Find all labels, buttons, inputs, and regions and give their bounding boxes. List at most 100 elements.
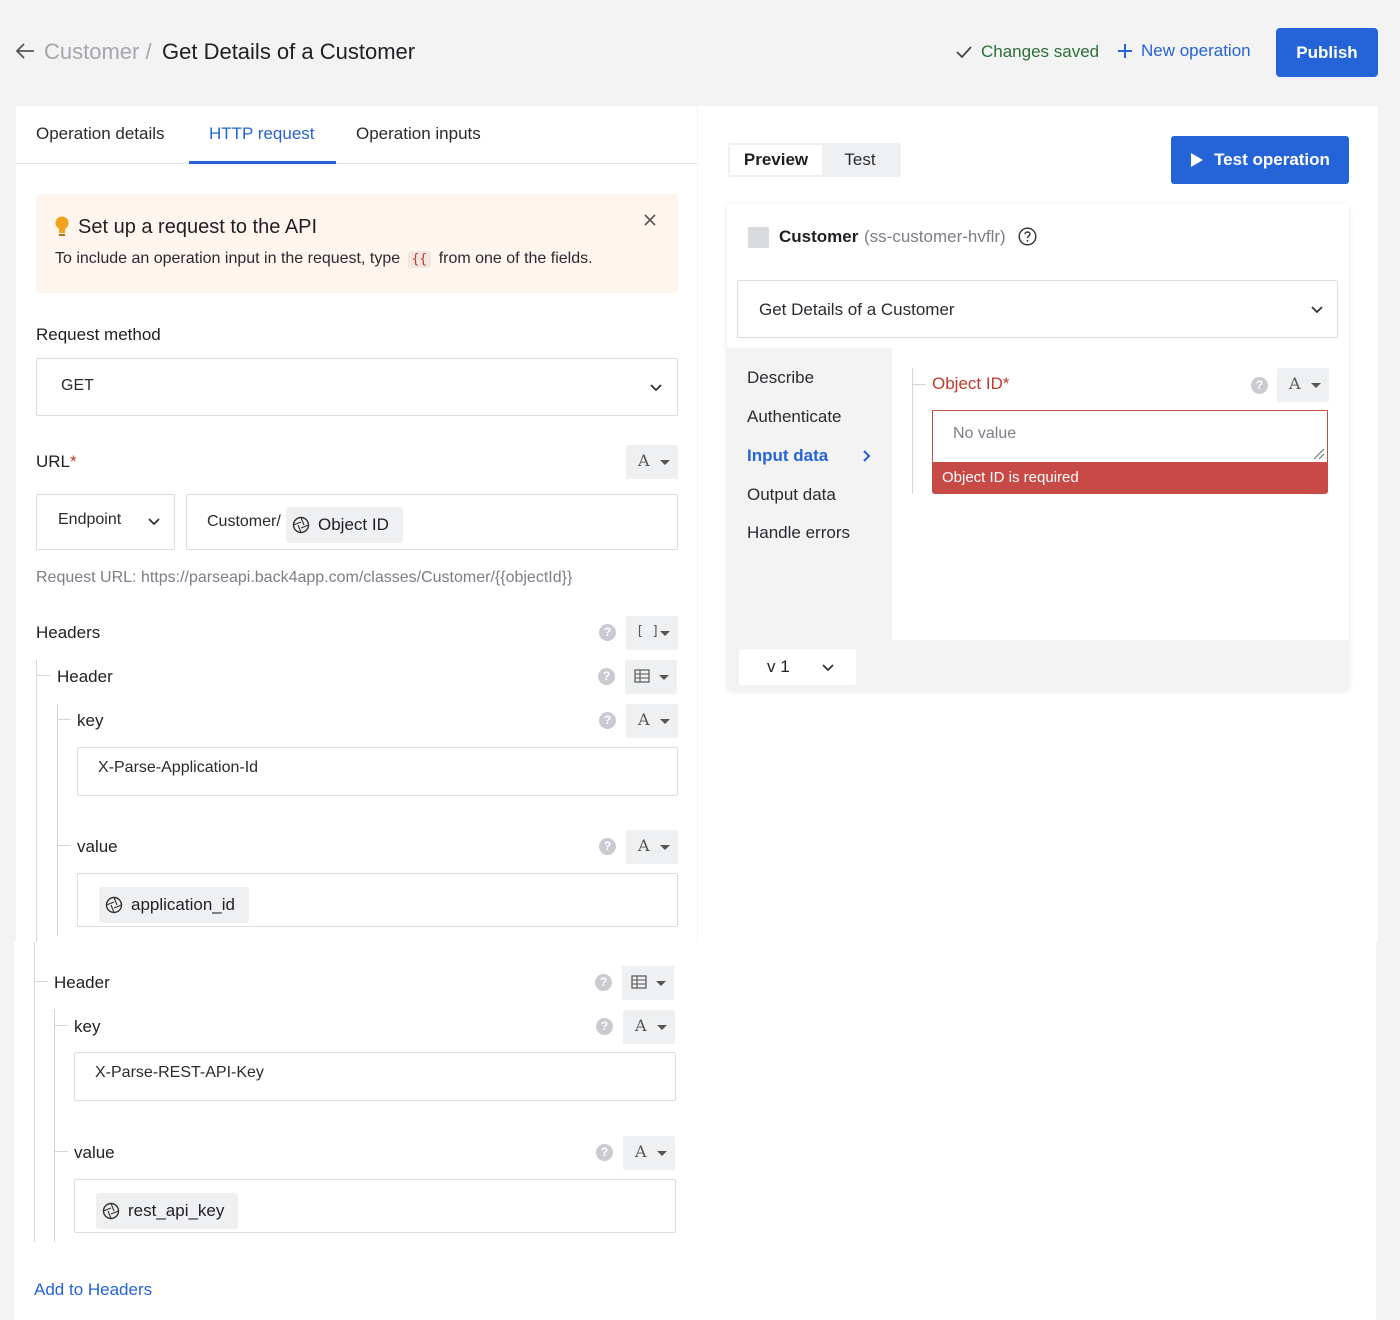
- tab-operation-details[interactable]: Operation details: [36, 124, 165, 144]
- object-id-type-selector[interactable]: A: [1277, 368, 1329, 402]
- chevron-down-icon: [1311, 306, 1323, 314]
- text-type-glyph: A: [1289, 374, 1301, 393]
- page-title: Get Details of a Customer: [162, 39, 416, 64]
- request-url-preview: Request URL: https://parseapi.back4app.c…: [36, 569, 573, 586]
- connector-id: (ss-customer-hvflr): [864, 227, 1006, 246]
- request-method-select[interactable]: GET: [36, 358, 678, 416]
- add-to-headers-link[interactable]: Add to Headers: [34, 1280, 152, 1300]
- tree-connector: [36, 675, 50, 676]
- help-icon[interactable]: ?: [599, 624, 616, 641]
- caret-down-icon: [659, 675, 669, 680]
- resize-handle-icon[interactable]: [1313, 448, 1325, 460]
- endpoint-select[interactable]: Endpoint: [36, 494, 175, 550]
- input-chip-rest-api-key[interactable]: rest_api_key: [96, 1193, 239, 1229]
- value-type-selector[interactable]: A: [626, 830, 678, 864]
- step-output-data[interactable]: Output data: [747, 485, 836, 505]
- tip-text-before: To include an operation input in the req…: [55, 250, 401, 267]
- lightbulb-icon: [55, 216, 69, 236]
- tab-bar: Operation details HTTP request Operation…: [16, 106, 697, 164]
- header-type-selector[interactable]: [622, 966, 674, 1000]
- chevron-down-icon: [822, 664, 834, 672]
- tip-title: Set up a request to the API: [78, 216, 318, 238]
- header-key-input[interactable]: X-Parse-REST-API-Key: [74, 1052, 676, 1101]
- tree-connector: [57, 719, 71, 720]
- text-type-glyph: A: [638, 710, 650, 729]
- segment-preview[interactable]: Preview: [730, 145, 822, 175]
- caret-down-icon: [1311, 383, 1321, 388]
- step-authenticate[interactable]: Authenticate: [747, 407, 842, 427]
- tree-connector: [54, 1025, 68, 1026]
- operation-preview-card: Customer (ss-customer-hvflr) Get Details…: [727, 204, 1349, 690]
- breadcrumb-parent[interactable]: Customer: [44, 39, 139, 64]
- version-select[interactable]: v 1: [739, 649, 856, 685]
- connector-name: Customer: [779, 227, 859, 246]
- right-panel-continued: [695, 942, 1376, 1320]
- publish-button[interactable]: Publish: [1276, 28, 1378, 77]
- value-type-selector[interactable]: A: [623, 1136, 675, 1170]
- step-nav: Describe Authenticate Input data Output …: [727, 348, 892, 690]
- key-type-selector[interactable]: A: [623, 1010, 675, 1044]
- url-path-input[interactable]: Customer/ Object ID: [186, 494, 678, 550]
- help-icon[interactable]: ?: [596, 1144, 613, 1161]
- tip-text-after: from one of the fields.: [438, 250, 593, 267]
- check-icon: [956, 46, 972, 59]
- aperture-icon: [105, 896, 123, 914]
- back-arrow-icon[interactable]: [14, 40, 36, 62]
- saved-status-label: Changes saved: [981, 42, 1100, 61]
- help-icon[interactable]: ?: [1251, 377, 1268, 394]
- help-icon[interactable]: ?: [596, 1018, 613, 1035]
- input-chip-object-id[interactable]: Object ID: [286, 507, 403, 543]
- request-method-value: GET: [61, 377, 94, 394]
- help-icon[interactable]: ?: [599, 712, 616, 729]
- chevron-down-icon: [148, 518, 160, 526]
- preview-panel: Preview Test Test operation Customer (ss…: [698, 106, 1378, 942]
- caret-down-icon: [657, 1151, 667, 1156]
- help-icon[interactable]: ?: [599, 838, 616, 855]
- tip-text: To include an operation input in the req…: [55, 250, 593, 268]
- url-type-selector[interactable]: A: [626, 445, 678, 479]
- tab-http-request[interactable]: HTTP request: [209, 124, 315, 144]
- top-bar: Customer / Get Details of a Customer Cha…: [0, 0, 1400, 106]
- close-icon[interactable]: [642, 212, 658, 228]
- help-circle-icon[interactable]: [1018, 227, 1037, 246]
- tree-connector: [36, 660, 37, 942]
- test-operation-label: Test operation: [1214, 150, 1330, 169]
- input-chip-application-id[interactable]: application_id: [99, 887, 249, 923]
- new-operation-button[interactable]: New operation: [1117, 41, 1251, 61]
- step-handle-errors[interactable]: Handle errors: [747, 523, 850, 543]
- header-value-input[interactable]: application_id: [77, 873, 678, 927]
- header-value-input[interactable]: rest_api_key: [74, 1179, 676, 1233]
- plus-icon: [1118, 44, 1132, 58]
- text-type-glyph: A: [635, 1142, 647, 1161]
- segment-test[interactable]: Test: [828, 145, 892, 175]
- tab-operation-inputs[interactable]: Operation inputs: [356, 124, 481, 144]
- object-id-label: Object ID*: [932, 374, 1009, 394]
- step-input-data[interactable]: Input data: [747, 446, 828, 466]
- chevron-right-icon: [863, 450, 871, 462]
- test-operation-button[interactable]: Test operation: [1171, 136, 1349, 184]
- chip-label: rest_api_key: [128, 1201, 225, 1220]
- operation-select[interactable]: Get Details of a Customer: [737, 280, 1338, 338]
- endpoint-select-value: Endpoint: [58, 511, 122, 528]
- header-key-input[interactable]: X-Parse-Application-Id: [77, 747, 678, 796]
- text-type-glyph: A: [635, 1016, 647, 1035]
- breadcrumb[interactable]: Customer /: [44, 39, 152, 65]
- tree-connector: [34, 981, 48, 982]
- caret-down-icon: [660, 460, 670, 465]
- help-icon[interactable]: ?: [595, 974, 612, 991]
- headers-type-selector[interactable]: [ ]: [626, 616, 678, 650]
- breadcrumb-separator: /: [145, 39, 152, 64]
- request-method-label: Request method: [36, 325, 161, 344]
- tree-connector: [54, 1151, 68, 1152]
- headers-label: Headers: [36, 623, 101, 642]
- active-tab-indicator: [189, 161, 336, 164]
- url-prefix: Customer/: [207, 513, 281, 530]
- help-icon[interactable]: ?: [598, 668, 615, 685]
- step-describe[interactable]: Describe: [747, 368, 814, 388]
- header-item-label: Header: [57, 667, 113, 686]
- key-label: key: [74, 1017, 101, 1036]
- header-type-selector[interactable]: [625, 660, 677, 694]
- key-type-selector[interactable]: A: [626, 704, 678, 738]
- tree-connector: [912, 384, 926, 385]
- object-id-input[interactable]: No value: [932, 410, 1328, 462]
